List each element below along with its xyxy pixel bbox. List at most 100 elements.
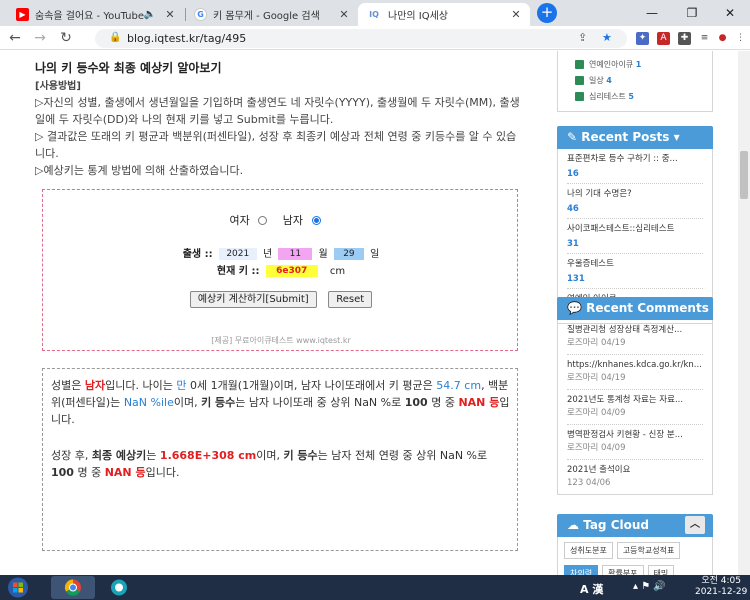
result-text: 명 중	[73, 466, 105, 479]
tag-link[interactable]: 태밍	[647, 565, 675, 575]
result-rank: NAN 등	[104, 466, 146, 479]
result-text: 는 남자 전체 연령 중 상위 NaN %로	[317, 449, 488, 462]
lock-icon[interactable]: 🔒	[109, 32, 121, 43]
result-text: 성장 후,	[51, 449, 92, 462]
maximize-button[interactable]: ❐	[672, 0, 712, 26]
recent-comment-meta: 123 04/06	[567, 478, 611, 488]
close-tab-icon[interactable]: ✕	[338, 8, 350, 21]
recent-comment-item[interactable]: 병역판정검사 키현황 - 신장 분... 로즈마리 04/09	[567, 425, 703, 460]
recent-comment-item[interactable]: 질병관리청 성장상태 측정계산... 로즈마리 04/19	[567, 320, 703, 355]
new-tab-button[interactable]: +	[537, 3, 557, 23]
ime-indicator[interactable]: A 漢	[580, 581, 603, 597]
day-input[interactable]: 29	[333, 248, 364, 260]
tab-iq-world[interactable]: IQ 나만의 IQ세상 ✕	[358, 3, 530, 26]
address-bar[interactable]: 🔒 blog.iqtest.kr/tag/495 ⇪ ★	[95, 29, 627, 48]
recent-post-count: 46	[567, 204, 579, 214]
url-text[interactable]: blog.iqtest.kr/tag/495	[127, 32, 246, 45]
tab-title: 나만의 IQ세상	[388, 11, 448, 22]
category-item[interactable]: 심리테스트 5	[567, 89, 703, 105]
google-icon: G	[194, 8, 207, 21]
height-input[interactable]: 6e307	[265, 265, 318, 277]
recent-comment-item[interactable]: 2021년 출석이요 123 04/06	[567, 460, 703, 494]
menu-dots-icon[interactable]: ⋮	[734, 32, 747, 45]
male-radio[interactable]	[311, 215, 321, 225]
recent-post-item[interactable]: 우울증테스트 131	[567, 254, 703, 289]
tab-youtube[interactable]: ▶ 숨속을 걸어요 - YouTube 🔈 ✕	[8, 3, 184, 26]
tag-link[interactable]: 확률분포	[602, 565, 644, 575]
recent-post-link[interactable]: 우울증테스트	[567, 254, 703, 271]
puzzle-extension-icon[interactable]: ✚	[678, 32, 691, 45]
close-tab-icon[interactable]: ✕	[164, 8, 176, 21]
recent-comment-item[interactable]: https://knhanes.kdca.go.kr/kn... 로즈마리 04/…	[567, 355, 703, 390]
result-final-label: 최종 예상키	[91, 449, 147, 462]
recent-post-item[interactable]: 표준편차로 등수 구하기 :: 중...16	[567, 149, 703, 184]
app-taskbar-button[interactable]	[97, 576, 141, 599]
tag-cloud-header[interactable]: ☁ Tag Cloud ︿	[557, 514, 713, 537]
recent-comment-link[interactable]: https://knhanes.kdca.go.kr/kn...	[567, 355, 703, 372]
result-gender: 남자	[84, 379, 106, 392]
recent-post-link[interactable]: 사이코패스테스트::심리테스트	[567, 219, 703, 236]
recent-comment-link[interactable]: 질병관리청 성장상태 측정계산...	[567, 320, 703, 337]
page-scrollbar[interactable]	[738, 51, 750, 575]
tag-link[interactable]: 고등학교성적표	[616, 542, 681, 559]
recent-comment-link[interactable]: 2021년 출석이요	[567, 460, 703, 477]
recent-comment-link[interactable]: 2021년도 통계청 자료는 자료...	[567, 390, 703, 407]
windows-taskbar: A 漢 ▴ ⚑ 🔊 오전 4:05 2021-12-29	[0, 575, 750, 600]
female-radio[interactable]	[258, 215, 268, 225]
recent-comments-header[interactable]: 💬 Recent Comments ▾	[557, 297, 713, 338]
category-label[interactable]: 연예인아이큐	[589, 60, 633, 69]
clock-time: 오전 4:05	[701, 576, 741, 586]
tab-google-search[interactable]: G 키 몸무게 - Google 검색 ✕	[186, 3, 358, 26]
reload-icon[interactable]: ↻	[56, 28, 76, 48]
result-hundred: 100	[51, 466, 74, 479]
recent-comments-widget: 💬 Recent Comments ▾ 질병관리청 성장상태 측정계산... 로즈…	[557, 297, 713, 495]
share-icon[interactable]: ⇪	[578, 31, 587, 44]
recent-post-count: 16	[567, 169, 579, 179]
close-window-button[interactable]: ✕	[710, 0, 750, 26]
system-clock[interactable]: 오전 4:05 2021-12-29	[695, 576, 747, 598]
category-count: 1	[635, 60, 642, 69]
recent-comment-item[interactable]: 2021년도 통계청 자료는 자료... 로즈마리 04/09	[567, 390, 703, 425]
instruction-paragraph: ▷자신의 성별, 출생에서 생년월일을 기입하며 출생연도 네 자릿수(YYYY…	[35, 96, 520, 126]
tag-link[interactable]: 성취도분포	[564, 542, 613, 559]
tag-cloud-widget: ☁ Tag Cloud ︿ 성취도분포 고등학교성적표차의력 확률분포 태밍	[557, 514, 713, 575]
month-input[interactable]: 11	[278, 248, 313, 260]
back-icon[interactable]: ←	[5, 28, 25, 48]
year-input[interactable]: 2021	[218, 248, 257, 260]
pdf-extension-icon[interactable]: A	[657, 32, 670, 45]
media-list-icon[interactable]: ≡	[698, 32, 711, 45]
recent-post-link[interactable]: 나의 기대 수명은?	[567, 184, 703, 201]
recent-post-item[interactable]: 나의 기대 수명은? 46	[567, 184, 703, 219]
category-label[interactable]: 일상	[589, 76, 604, 85]
birth-label: 출생 ::	[182, 249, 213, 260]
recent-post-item[interactable]: 사이코패스테스트::심리테스트 31	[567, 219, 703, 254]
profile-icon[interactable]: ●	[716, 32, 729, 45]
recent-comment-link[interactable]: 병역판정검사 키현황 - 신장 분...	[567, 425, 703, 442]
height-label: 현재 키 ::	[216, 266, 260, 277]
credit-text: [제공] 무료아이큐테스트 www.iqtest.kr	[211, 336, 351, 345]
recent-posts-header[interactable]: ✎ Recent Posts ▾	[557, 126, 713, 149]
speaker-icon[interactable]: 🔈	[144, 9, 156, 20]
edit-icon: ✎	[567, 130, 582, 144]
tray-icons[interactable]: ▴ ⚑ 🔊	[633, 581, 666, 592]
close-tab-icon[interactable]: ✕	[510, 8, 522, 21]
recent-comment-meta: 로즈마리 04/19	[567, 337, 703, 355]
extension-icon[interactable]: ✦	[636, 32, 649, 45]
bookmark-star-icon[interactable]: ★	[602, 31, 612, 44]
recent-post-link[interactable]: 표준편차로 등수 구하기 :: 중...	[567, 149, 703, 166]
rss-icon	[575, 76, 584, 85]
male-label: 남자	[282, 214, 303, 227]
tag-link[interactable]: 차의력	[564, 565, 599, 575]
collapse-button[interactable]: ︿	[685, 516, 705, 534]
chrome-taskbar-button[interactable]	[51, 576, 95, 599]
scrollbar-thumb[interactable]	[740, 151, 748, 199]
submit-button[interactable]: 예상키 계산하기[Submit]	[189, 291, 317, 308]
minimize-button[interactable]: —	[632, 0, 672, 26]
category-item[interactable]: 연예인아이큐 1	[567, 57, 703, 73]
forward-icon[interactable]: →	[30, 28, 50, 48]
reset-button[interactable]: Reset	[328, 291, 373, 308]
category-item[interactable]: 일상 4	[567, 73, 703, 89]
result-paragraph: 성별은 남자입니다. 나이는 만 0세 1개월(1개월)이며, 남자 나이또래에…	[51, 377, 511, 428]
category-label[interactable]: 심리테스트	[589, 92, 626, 101]
start-button[interactable]	[4, 575, 32, 600]
